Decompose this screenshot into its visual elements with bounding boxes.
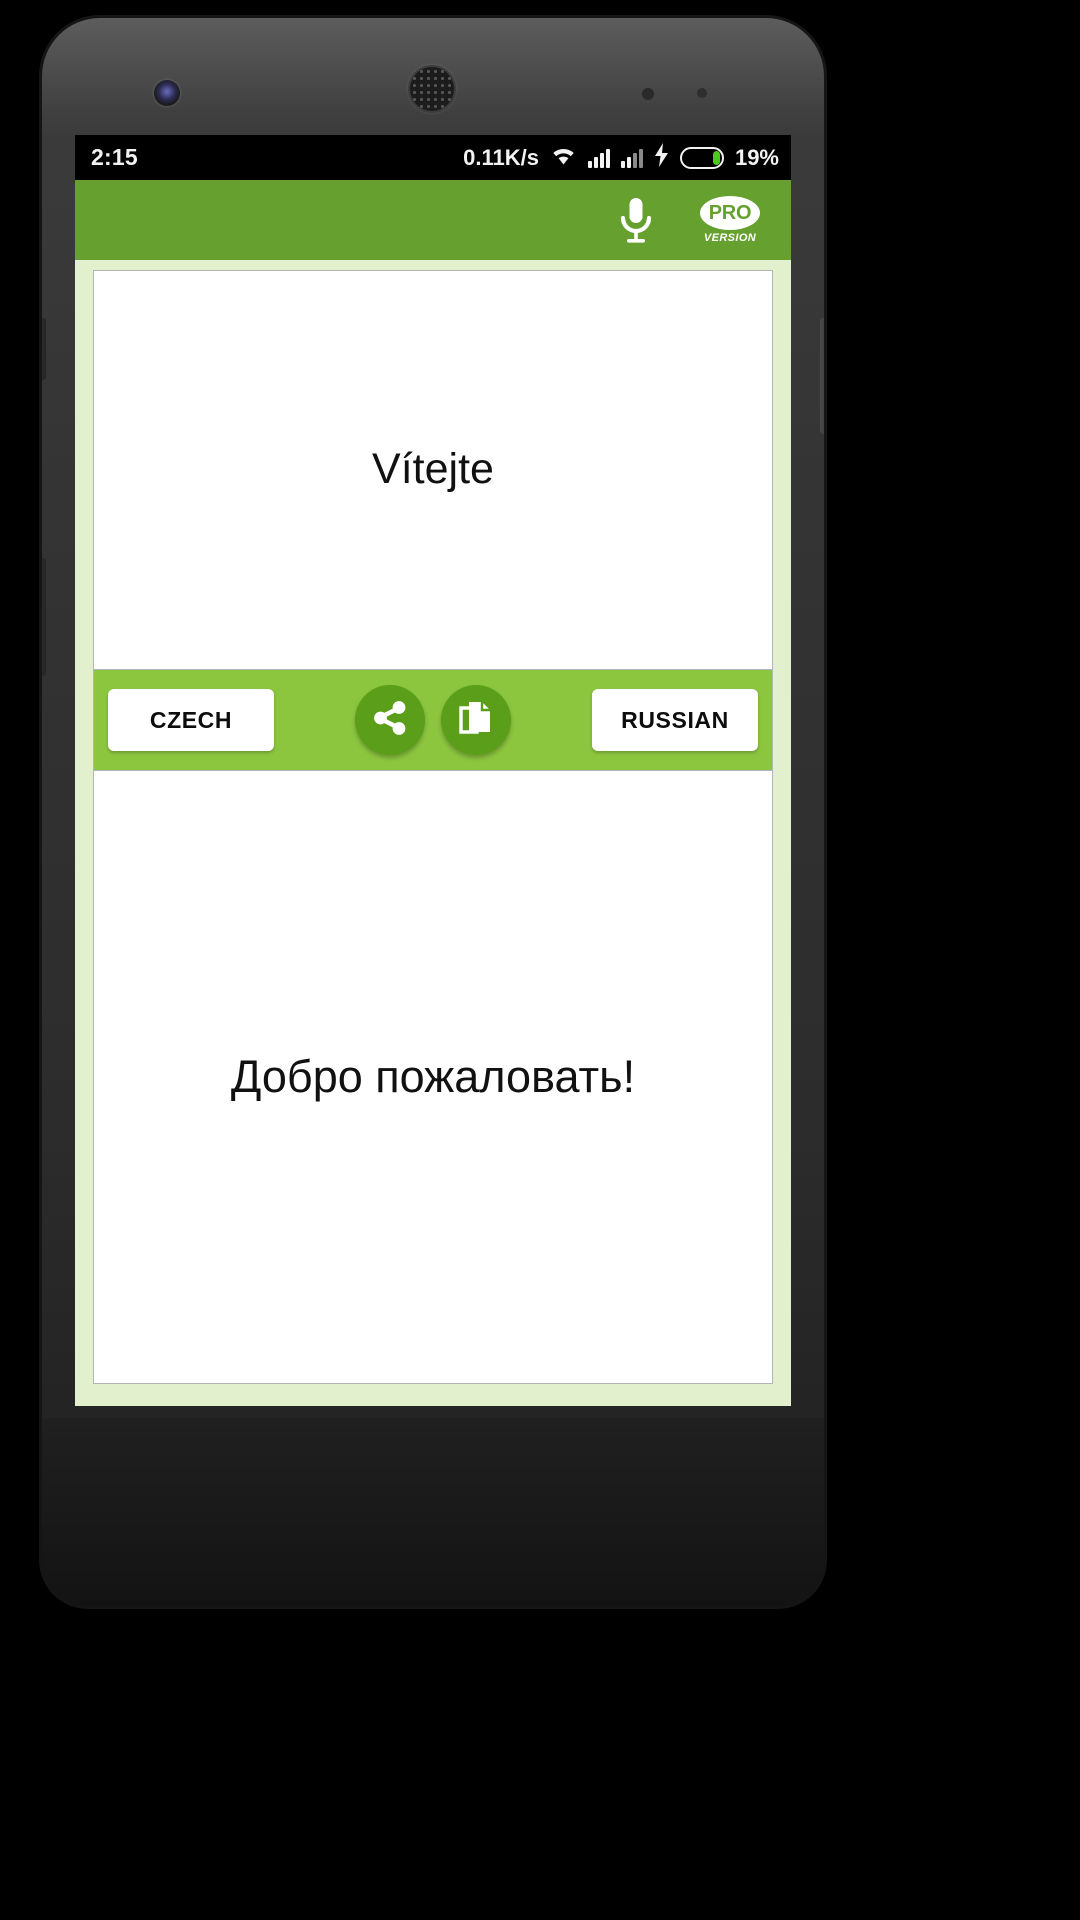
target-language-button[interactable]: RUSSIAN	[592, 689, 758, 751]
source-text: Vítejte	[372, 445, 494, 494]
battery-fill	[713, 150, 720, 165]
pro-version-label: VERSION	[703, 232, 757, 244]
signal-bars-icon-secondary	[620, 147, 643, 168]
light-sensor	[697, 88, 707, 98]
action-toolbar: CZECH RUSSIAN	[93, 670, 773, 770]
status-clock: 2:15	[91, 144, 138, 170]
phone-device-frame: 2:15 0.11K/s 19% PRO VERSION Vítejte CZE…	[42, 18, 824, 1606]
signal-bars-icon	[587, 147, 610, 168]
round-action-buttons	[355, 685, 511, 755]
app-bar: PRO VERSION	[75, 180, 791, 260]
volume-button[interactable]	[42, 558, 46, 676]
copy-button[interactable]	[441, 685, 511, 755]
status-bar-icons: 0.11K/s 19%	[463, 143, 779, 172]
target-text-card[interactable]: Добро пожаловать!	[93, 770, 773, 1384]
phone-screen: 2:15 0.11K/s 19% PRO VERSION Vítejte CZE…	[75, 135, 791, 1406]
source-language-button[interactable]: CZECH	[108, 689, 274, 751]
share-button[interactable]	[355, 685, 425, 755]
status-bar: 2:15 0.11K/s 19%	[75, 135, 791, 180]
translator-content: Vítejte CZECH RUSSIAN Добро пожаловать!	[75, 260, 791, 1406]
charging-bolt-icon	[654, 143, 669, 172]
front-camera	[154, 80, 180, 106]
target-text: Добро пожаловать!	[230, 1050, 636, 1102]
battery-percent-label: 19%	[734, 144, 779, 170]
battery-icon	[679, 146, 724, 169]
microphone-icon[interactable]	[609, 192, 663, 248]
power-button[interactable]	[42, 318, 46, 380]
proximity-sensor	[642, 88, 654, 100]
network-speed-label: 0.11K/s	[463, 144, 539, 170]
source-text-card[interactable]: Vítejte	[93, 270, 773, 670]
copy-icon	[458, 699, 494, 742]
share-icon	[371, 699, 409, 742]
side-button-right[interactable]	[820, 318, 824, 434]
earpiece-speaker	[408, 65, 456, 113]
pro-badge-label: PRO	[700, 196, 760, 230]
pro-version-badge[interactable]: PRO VERSION	[697, 196, 763, 244]
device-bottom-chin	[42, 1418, 824, 1606]
wifi-icon	[550, 145, 577, 171]
